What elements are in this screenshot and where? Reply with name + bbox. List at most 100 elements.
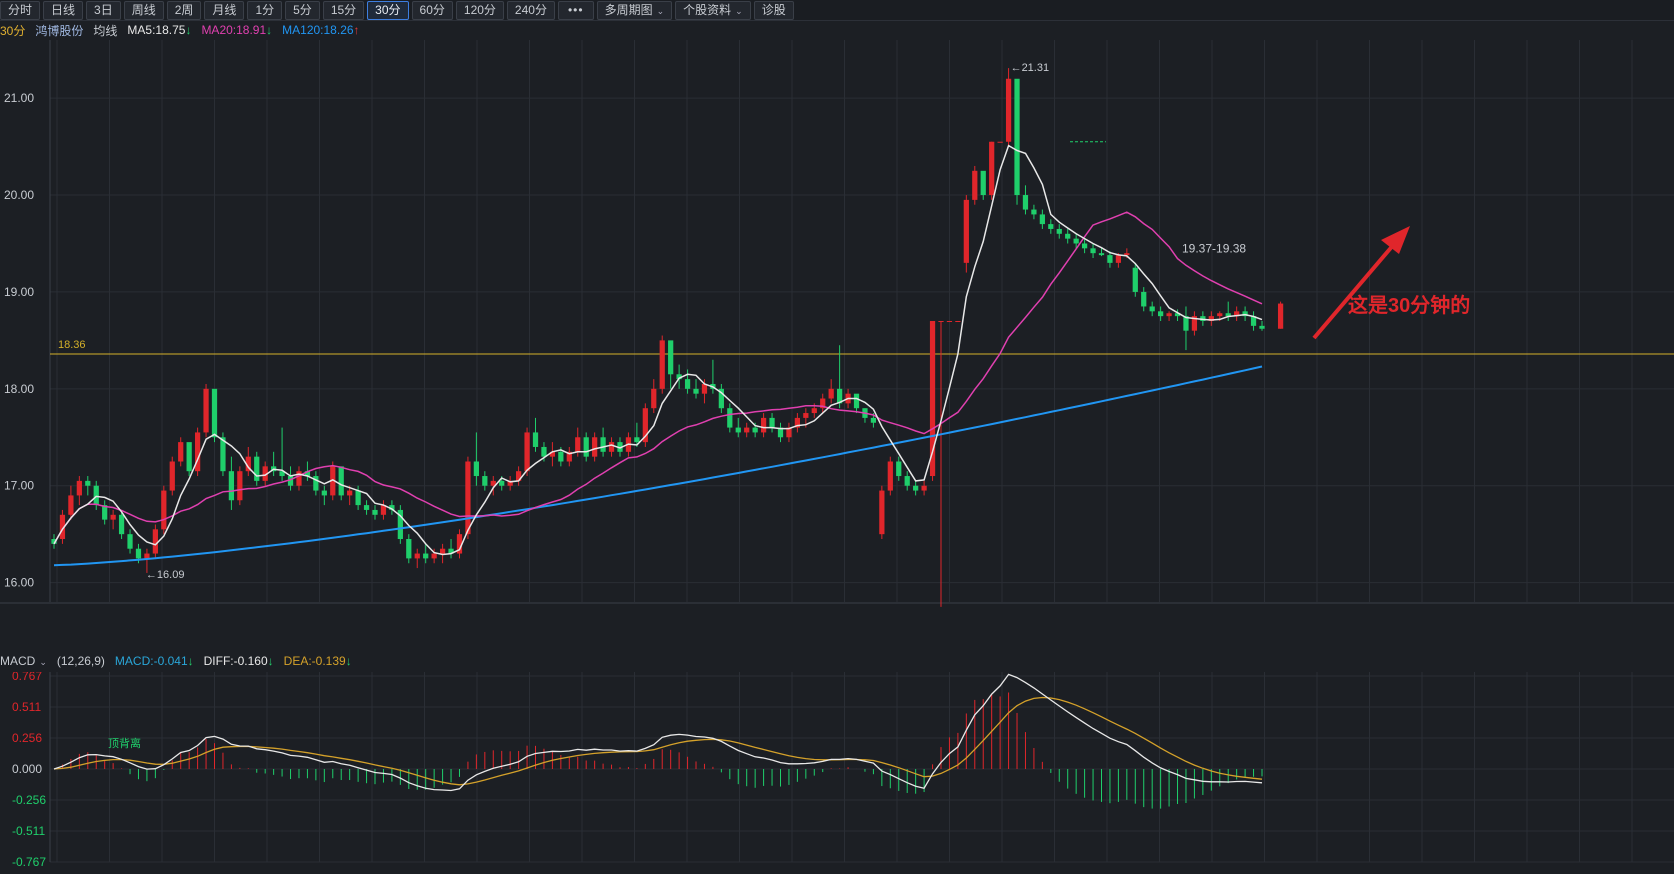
macd-tick-label: -0.256 — [12, 793, 46, 807]
candle-body — [963, 199, 969, 263]
price-tick-label: 18.00 — [4, 382, 34, 396]
candle-body — [1124, 253, 1130, 256]
macd-indicator-select[interactable]: MACD ⌄ — [0, 654, 47, 668]
candle-body — [338, 466, 344, 496]
ma5-arrow-icon: ↓ — [185, 23, 192, 37]
period-button-label: 多周期图 — [604, 2, 653, 17]
candle-body — [760, 417, 767, 433]
candle-body — [651, 388, 657, 409]
candle-body — [735, 427, 741, 433]
support-line-label: 18.36 — [58, 339, 86, 351]
candle-body — [853, 393, 860, 409]
dea-value: DEA:-0.139↓ — [283, 654, 352, 668]
low-price-label: ←16.09 — [146, 569, 185, 581]
macd-info-bar: MACD ⌄ (12,26,9) MACD:-0.041↓ DIFF:-0.160… — [0, 652, 1674, 670]
candle-body — [1048, 224, 1054, 229]
candle-body — [752, 427, 758, 433]
candle-body — [1022, 195, 1029, 210]
diff-arrow-icon: ↓ — [267, 654, 274, 668]
candle-body — [1005, 78, 1012, 142]
candlestick-chart[interactable]: 21.00 20.00 19.00 18.00 17.00 16.00 18.36 ←21.3… — [0, 40, 1674, 646]
candle-body — [1217, 313, 1223, 317]
period-button-14[interactable]: 多周期图 ⌄ — [596, 0, 673, 20]
candle-body — [811, 408, 817, 414]
period-button-label: 个股资料 — [683, 2, 732, 17]
candle-body — [152, 529, 158, 554]
macd-tick-label: -0.511 — [12, 824, 45, 838]
ma20-arrow-icon: ↓ — [266, 23, 273, 37]
candle-body — [431, 553, 437, 559]
macd-tick-label: 0.256 — [12, 731, 42, 745]
macd-chart[interactable]: 0.767 0.511 0.256 0.000 -0.256 -0.511 -0.767 顶背… — [0, 672, 1674, 874]
period-button-4[interactable]: 2周 — [166, 0, 202, 20]
candle-body — [423, 553, 429, 559]
ma20-value: MA20:18.91↓ — [201, 23, 273, 37]
candle-body — [110, 514, 116, 520]
period-button-label: 周线 — [131, 2, 156, 17]
candle-body — [118, 514, 125, 535]
candle-body — [473, 461, 479, 477]
candle-body — [439, 548, 446, 554]
macd-tick-label: 0.767 — [12, 672, 42, 683]
price-tick-label: 21.00 — [4, 91, 34, 105]
period-button-label: 分时 — [8, 2, 33, 17]
candle-body — [1056, 228, 1062, 234]
period-button-5[interactable]: 月线 — [204, 0, 245, 20]
period-button-16[interactable]: 诊股 — [753, 0, 794, 20]
period-button-label: 240分 — [514, 2, 547, 17]
main-chart-background — [0, 40, 1674, 646]
macd-arrow-icon: ↓ — [187, 654, 194, 668]
candle-body — [913, 485, 919, 491]
candle-body — [955, 321, 961, 322]
candle-body — [744, 427, 750, 433]
stock-name[interactable]: 鸿博股份 — [35, 22, 83, 39]
period-button-12[interactable]: 240分 — [506, 0, 555, 20]
ma-mode[interactable]: 均线 — [93, 22, 117, 39]
candle-body — [135, 548, 142, 559]
period-button-label: 5分 — [293, 2, 312, 17]
candle-body — [870, 417, 877, 423]
candle-body — [727, 408, 733, 428]
candle-body — [828, 388, 834, 399]
diff-value: DIFF:-0.160↓ — [203, 654, 274, 668]
candle-body — [1090, 248, 1096, 254]
candle-body — [1259, 325, 1265, 329]
candle-body — [1115, 255, 1122, 263]
period-button-1[interactable]: 日线 — [43, 0, 84, 20]
period-button-label: 1分 — [255, 2, 275, 17]
period-button-15[interactable]: 个股资料 ⌄ — [675, 0, 751, 20]
candle-body — [997, 141, 1003, 143]
candle-body — [1149, 306, 1155, 312]
candle-body — [254, 456, 260, 481]
candle-body — [228, 471, 235, 501]
candle-body — [169, 461, 175, 491]
period-button-6[interactable]: 1分 — [247, 0, 283, 20]
candle-body — [127, 534, 133, 549]
period-button-8[interactable]: 15分 — [322, 0, 365, 20]
candle-body — [372, 509, 378, 515]
candle-body — [76, 480, 82, 496]
period-button-11[interactable]: 120分 — [455, 0, 504, 20]
divergence-label: 顶背离 — [108, 736, 141, 750]
price-tick-label: 19.00 — [4, 285, 34, 299]
macd-params: (12,26,9) — [56, 654, 105, 668]
period-button-label: 日线 — [51, 2, 76, 17]
macd-tick-label: 0.000 — [12, 762, 42, 776]
period-button-13[interactable]: ••• — [557, 0, 594, 20]
period-button-7[interactable]: 5分 — [285, 0, 320, 20]
chevron-down-icon: ⌄ — [39, 657, 47, 667]
period-button-label: 120分 — [463, 2, 496, 17]
period-button-3[interactable]: 周线 — [123, 0, 164, 20]
candle-body — [1039, 214, 1045, 225]
chevron-down-icon: ⌄ — [656, 5, 665, 16]
period-button-9[interactable]: 30分 — [367, 0, 409, 20]
period-button-2[interactable]: 3日 — [86, 0, 121, 20]
period-button-label: 诊股 — [761, 2, 786, 17]
macd-tick-label: -0.767 — [12, 855, 46, 869]
candle-body — [769, 417, 775, 428]
candle-body — [668, 340, 674, 375]
candle-body — [499, 480, 505, 486]
candle-body — [989, 141, 995, 196]
period-button-0[interactable]: 分时 — [0, 0, 41, 20]
period-button-10[interactable]: 60分 — [411, 0, 453, 20]
